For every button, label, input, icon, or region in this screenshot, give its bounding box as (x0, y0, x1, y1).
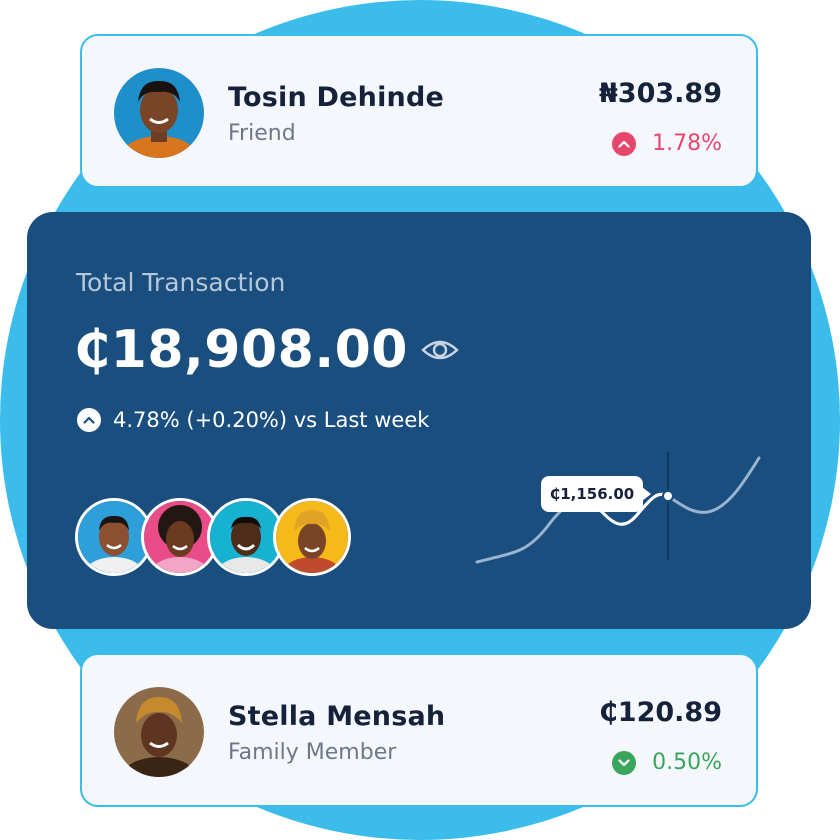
contact-name: Stella Mensah (228, 701, 446, 732)
chart-tooltip: ₵1,156.00 (541, 476, 651, 512)
avatar (114, 687, 204, 777)
contact-role: Friend (228, 121, 296, 146)
contact-amount: ₦303.89 (599, 78, 722, 109)
chevron-down-icon (612, 750, 637, 775)
chevron-up-icon (77, 408, 101, 432)
total-transaction-card: Total Transaction ₵18,908.00 4.78% (+0.2… (27, 212, 811, 629)
eye-icon[interactable] (421, 336, 459, 364)
card-title: Total Transaction (76, 268, 286, 297)
weekly-change: 4.78% (+0.20%) vs Last week (77, 408, 429, 432)
chevron-up-icon (612, 131, 637, 156)
total-amount: ₵18,908.00 (74, 320, 408, 380)
contact-role: Family Member (228, 740, 397, 765)
avatar-group[interactable] (75, 498, 365, 576)
chart-marker-point (662, 490, 674, 502)
line-chart (475, 452, 761, 564)
weekly-change-text: 4.78% (+0.20%) vs Last week (113, 408, 430, 432)
avatar (273, 498, 351, 576)
contact-amount: ₵120.89 (599, 697, 722, 728)
contact-card-tosin[interactable]: Tosin Dehinde Friend ₦303.89 1.78% (80, 34, 758, 188)
contact-card-stella[interactable]: Stella Mensah Family Member ₵120.89 0.50… (80, 653, 758, 807)
change-indicator: 0.50% (612, 750, 722, 775)
change-percent: 1.78% (652, 131, 722, 156)
change-percent: 0.50% (652, 750, 722, 775)
change-indicator: 1.78% (612, 131, 722, 156)
contact-name: Tosin Dehinde (228, 82, 444, 113)
avatar (114, 68, 204, 158)
